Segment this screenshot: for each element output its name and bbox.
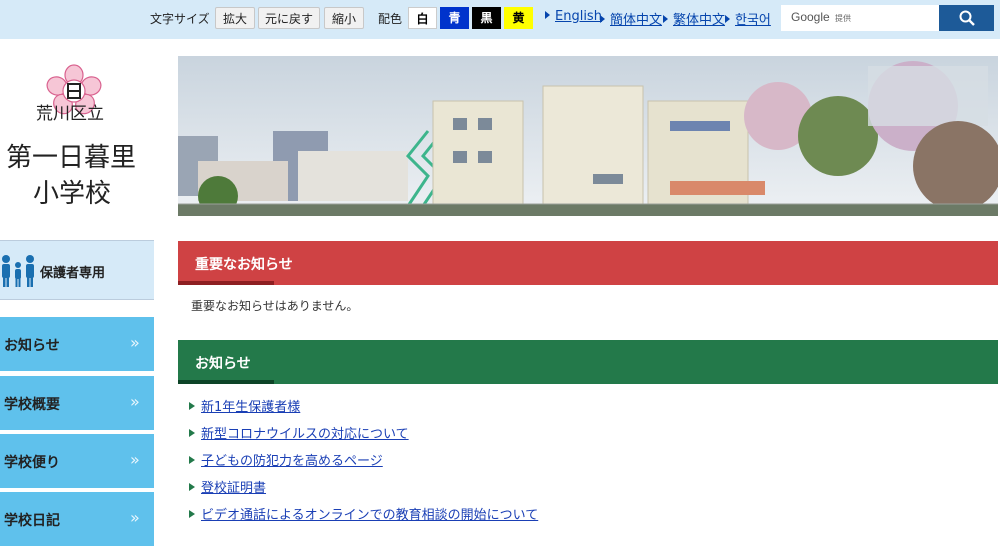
triangle-right-icon (189, 483, 195, 491)
google-provided-label: 提供 (835, 14, 851, 23)
lang-traditional-chinese-link[interactable]: 繁体中文 (663, 9, 725, 28)
triangle-right-icon (600, 15, 605, 23)
sidebar-item-label: 学校概要 (4, 397, 60, 413)
news-link[interactable]: 登校証明書 (201, 481, 266, 496)
triangle-right-icon (189, 429, 195, 437)
news-link[interactable]: ビデオ通話によるオンラインでの教育相談の開始について (201, 508, 538, 523)
lang-label: 簡体中文 (610, 13, 663, 28)
double-chevron-right-icon: » (130, 508, 140, 527)
top-utility-bar: 文字サイズ 拡大 元に戻す 縮小 配色 白 青 黒 黄 English 簡体中文… (0, 0, 1000, 39)
search-input[interactable]: Google 提供 (781, 5, 939, 31)
lang-english-link[interactable]: English (545, 9, 602, 24)
sidebar-item-label: お知らせ (4, 338, 60, 354)
lang-label: 한국어 (735, 13, 771, 28)
color-yellow-button[interactable]: 黄 (504, 7, 533, 29)
triangle-right-icon (189, 456, 195, 464)
double-chevron-right-icon: » (130, 450, 140, 469)
sidebar-item-news[interactable]: お知らせ » (0, 317, 154, 371)
news-list-item[interactable]: 新1年生保護者様 (189, 396, 300, 415)
news-list-item[interactable]: ビデオ通話によるオンラインでの教育相談の開始について (189, 504, 538, 523)
family-icon (2, 255, 34, 287)
sidebar-item-school-diary[interactable]: 学校日記 » (0, 492, 154, 546)
sidebar-item-school-newsletter[interactable]: 学校便り » (0, 434, 154, 488)
news-list-item[interactable]: 子どもの防犯力を高めるページ (189, 450, 383, 469)
triangle-right-icon (189, 402, 195, 410)
school-name-line2: 小学校 (33, 179, 112, 209)
guardian-only-link[interactable]: 保護者専用 (0, 240, 154, 300)
school-ward: 荒川区立 (36, 104, 104, 124)
lang-korean-link[interactable]: 한국어 (725, 9, 771, 28)
important-notices-heading: 重要なお知らせ (178, 241, 998, 285)
font-size-label: 文字サイズ (150, 12, 210, 26)
google-logo: Google (791, 10, 830, 24)
sidebar-item-label: 学校日記 (4, 513, 60, 529)
triangle-right-icon (189, 510, 195, 518)
triangle-right-icon (725, 15, 730, 23)
lang-label: English (555, 9, 602, 24)
heading-accent-bar (178, 380, 274, 384)
color-black-button[interactable]: 黒 (472, 7, 501, 29)
search-button[interactable] (939, 5, 994, 31)
news-list-item[interactable]: 登校証明書 (189, 477, 266, 496)
font-reset-button[interactable]: 元に戻す (258, 7, 320, 29)
sidebar-item-school-overview[interactable]: 学校概要 » (0, 376, 154, 430)
no-important-notices-text: 重要なお知らせはありません。 (191, 299, 359, 313)
lang-simplified-chinese-link[interactable]: 簡体中文 (600, 9, 662, 28)
guardian-only-label: 保護者専用 (40, 266, 106, 281)
section-title: お知らせ (195, 356, 251, 372)
color-scheme-label: 配色 (378, 12, 403, 26)
font-enlarge-button[interactable]: 拡大 (215, 7, 255, 29)
lang-label: 繁体中文 (673, 13, 726, 28)
font-shrink-button[interactable]: 縮小 (324, 7, 364, 29)
color-blue-button[interactable]: 青 (440, 7, 469, 29)
sidebar-item-label: 学校便り (4, 455, 60, 471)
news-link[interactable]: 新型コロナウイルスの対応について (201, 427, 409, 442)
news-link[interactable]: 子どもの防犯力を高めるページ (201, 454, 383, 469)
color-white-button[interactable]: 白 (408, 7, 437, 29)
news-heading: お知らせ (178, 340, 998, 384)
school-building-hero-image (178, 56, 998, 216)
triangle-right-icon (663, 15, 668, 23)
triangle-right-icon (545, 11, 550, 19)
double-chevron-right-icon: » (130, 333, 140, 352)
search-icon (959, 10, 975, 26)
news-list-item[interactable]: 新型コロナウイルスの対応について (189, 423, 409, 442)
news-link[interactable]: 新1年生保護者様 (201, 400, 300, 415)
double-chevron-right-icon: » (130, 392, 140, 411)
school-name-line1: 第一日暮里 (6, 143, 137, 173)
section-title: 重要なお知らせ (195, 257, 293, 273)
heading-accent-bar (178, 281, 274, 285)
